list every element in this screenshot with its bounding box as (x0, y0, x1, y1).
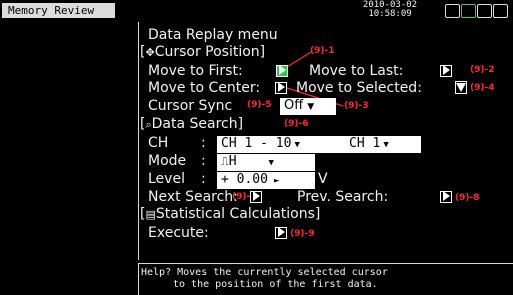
mode-colon: : (201, 153, 206, 169)
play-icon (278, 82, 285, 92)
ch-label: CH (148, 135, 169, 151)
play-icon (253, 191, 260, 201)
storage-icon (461, 4, 476, 18)
annotation-9-2: (9)-2 (470, 65, 495, 75)
play-icon (443, 65, 450, 75)
move-to-first-button[interactable] (276, 65, 288, 77)
annotation-9-5: (9)-5 (247, 100, 272, 110)
help-line-1: Help? Moves the currently selected curso… (141, 267, 388, 278)
dropdown-arrow-icon: ▼ (383, 140, 389, 150)
move-to-first-label: Move to First: (148, 63, 243, 79)
ch-range-dropdown[interactable]: CH 1 - 10 ▼ (217, 136, 345, 153)
execute-button[interactable] (275, 227, 287, 239)
annotation-9-3: (9)-3 (344, 101, 369, 111)
cursor-sync-label: Cursor Sync (148, 98, 233, 114)
prev-search-button[interactable] (440, 191, 452, 203)
dropdown-arrow-icon: ▼ (307, 102, 315, 112)
left-pane (0, 22, 138, 295)
next-search-label: Next Search: (148, 189, 238, 205)
level-unit: V (318, 171, 328, 187)
move-to-last-label: Move to Last: (309, 63, 404, 79)
date-time: 2010-03-02 10:58:09 (350, 1, 430, 19)
ch-select-dropdown[interactable]: CH 1 ▼ (345, 136, 421, 153)
app-title: Memory Review (2, 3, 115, 18)
time-text: 10:58:09 (368, 9, 412, 19)
move-to-center-label: Move to Center: (148, 80, 261, 96)
mode-dropdown[interactable]: ⎍H ▼ (217, 154, 315, 171)
cursor-icon: ✥ (145, 46, 155, 59)
next-search-button[interactable] (250, 191, 262, 203)
annotation-9-4: (9)-4 (470, 83, 495, 93)
execute-label: Execute: (148, 225, 209, 241)
play-icon (279, 65, 286, 75)
rising-edge-icon: ⎍ (221, 155, 229, 168)
annotation-9-8: (9)-8 (455, 193, 480, 203)
calculator-icon: ▤ (145, 208, 156, 221)
level-input[interactable]: + 0.00 ► (217, 172, 315, 189)
move-to-last-button[interactable] (440, 65, 452, 77)
play-icon (278, 227, 285, 237)
lock-icon (493, 4, 508, 18)
prev-search-label: Prev. Search: (297, 189, 389, 205)
menu-title: Data Replay menu (148, 27, 278, 43)
memory-card-icon (445, 4, 460, 18)
section-cursor-position: [✥Cursor Position] (140, 44, 266, 60)
move-to-selected-button[interactable] (455, 81, 467, 94)
cursor-sync-dropdown[interactable]: Off ▼ (280, 98, 336, 115)
help-line-2: to the position of the first data. (173, 279, 378, 290)
level-label: Level (148, 171, 185, 187)
mode-label: Mode (148, 153, 187, 169)
ch-colon: : (201, 135, 206, 151)
play-icon (443, 191, 450, 201)
section-statistical-calculations: [▤Statistical Calculations] (140, 206, 321, 222)
dropdown-arrow-icon: ▼ (294, 140, 300, 150)
level-colon: : (201, 171, 206, 187)
move-to-selected-label: Move to Selected: (296, 80, 422, 96)
section-data-search: [⌕Data Search] (140, 116, 244, 132)
dropdown-arrow-icon: ▼ (268, 158, 274, 168)
annotation-9-9: (9)-9 (290, 229, 315, 239)
usb-icon (477, 4, 492, 18)
help-bar: Help? Moves the currently selected curso… (138, 263, 513, 295)
dropdown-arrow-icon: ► (273, 176, 280, 186)
down-triangle-icon (456, 83, 466, 92)
annotation-9-6: (9)-6 (284, 119, 309, 129)
